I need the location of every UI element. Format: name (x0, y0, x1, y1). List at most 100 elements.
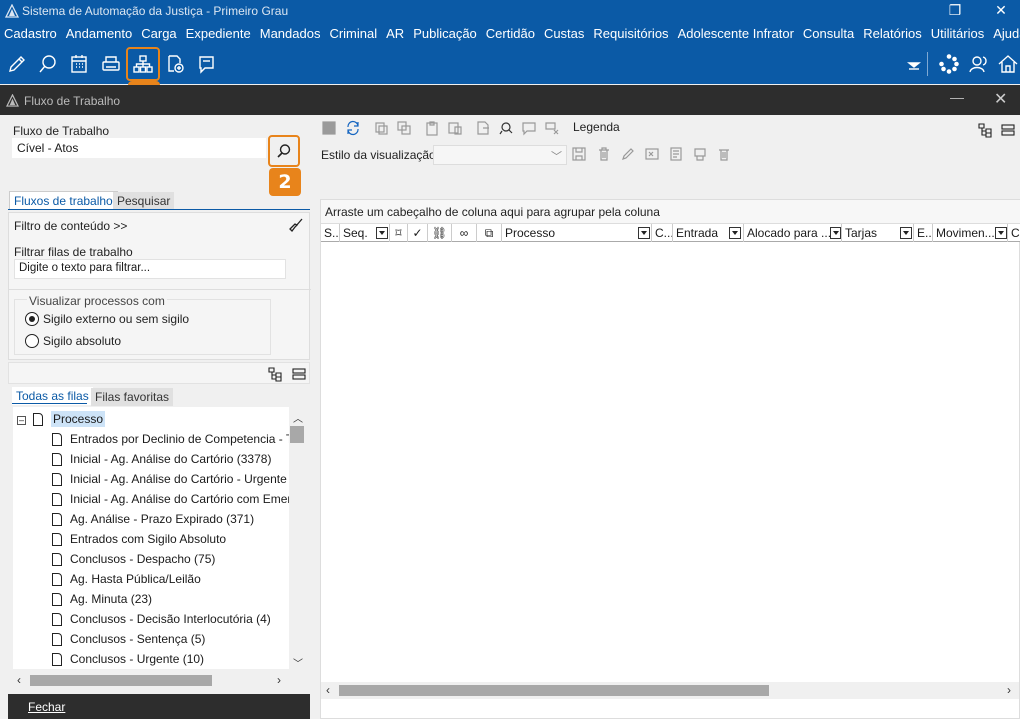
menu-item[interactable]: Criminal (329, 26, 377, 41)
tree-item[interactable]: Inicial - Ag. Análise do Cartório (3378) (52, 449, 271, 469)
trash-icon[interactable] (715, 145, 733, 163)
tree-item[interactable]: Conclusos - Urgente (10) (52, 649, 204, 669)
menu-item[interactable]: Requisitórios (593, 26, 668, 41)
tab-pesquisar[interactable]: Pesquisar (113, 192, 175, 210)
tree-root[interactable]: Processo (33, 409, 106, 429)
minimize-window-icon[interactable]: — (950, 89, 964, 105)
excel-icon[interactable] (643, 145, 661, 163)
filtrar-input[interactable]: Digite o texto para filtrar... (14, 259, 286, 279)
filtro-conteudo-link[interactable]: Filtro de conteúdo >> (14, 219, 127, 233)
tree-item[interactable]: Conclusos - Decisão Interlocutória (4) (52, 609, 271, 629)
copy-icon[interactable] (372, 119, 390, 137)
edit-style-icon[interactable] (619, 145, 637, 163)
edit-icon[interactable] (2, 49, 32, 79)
grid-scroll-left-icon[interactable]: ‹ (326, 683, 330, 697)
grid-scroll-thumb[interactable] (339, 685, 769, 696)
delete-style-icon[interactable] (595, 145, 613, 163)
col-tarjas-filter-icon[interactable] (900, 227, 912, 239)
menu-item[interactable]: Adolescente Infrator (678, 26, 794, 41)
search-workflow-button[interactable] (268, 135, 300, 167)
tree-item[interactable]: Conclusos - Despacho (75) (52, 549, 215, 569)
scroll-up-icon[interactable]: ︿ (293, 410, 303, 425)
tab-fluxos[interactable]: Fluxos de trabalho (9, 191, 118, 210)
workflow-icon[interactable] (126, 47, 160, 81)
tree-horizontal-scrollbar[interactable]: ‹ › (13, 672, 306, 689)
col-e[interactable]: E... (914, 224, 933, 242)
col-c[interactable]: C... (652, 224, 673, 242)
col-tarjas[interactable]: Tarjas (842, 224, 914, 242)
radio-sigilo-absoluto[interactable] (25, 334, 39, 348)
clipboard-icon[interactable] (423, 119, 441, 137)
folder-icon[interactable] (192, 49, 222, 79)
copy-column-icon[interactable]: ⧉ (477, 224, 502, 242)
tree-item[interactable]: Inicial - Ag. Análise do Cartório com Em… (52, 489, 291, 509)
menu-item[interactable]: Mandados (260, 26, 321, 41)
collapse-toggle-icon[interactable]: – (17, 416, 26, 425)
fluxo-field[interactable]: Cível - Atos (12, 138, 266, 158)
col-alocado[interactable]: Alocado para ... (744, 224, 842, 242)
tab-filas-favoritas[interactable]: Filas favoritas (91, 388, 174, 406)
refresh-icon[interactable] (344, 119, 362, 137)
menu-item[interactable]: Consulta (803, 26, 854, 41)
save-style-icon[interactable] (570, 145, 588, 163)
menu-item[interactable]: Ajuda (993, 26, 1020, 41)
col-seq-filter-icon[interactable] (375, 227, 388, 239)
menu-item[interactable]: AR (386, 26, 404, 41)
menu-item[interactable]: Relatórios (863, 26, 922, 41)
scroll-down-icon[interactable]: ﹀ (293, 655, 303, 669)
link-column-icon[interactable]: ∞ (452, 224, 477, 242)
fechar-button[interactable]: Fechar (28, 700, 65, 714)
comment-icon[interactable] (520, 119, 538, 137)
col-status[interactable]: S... (321, 224, 340, 242)
tree-view-icon[interactable] (977, 122, 993, 138)
col-alocado-filter-icon[interactable] (830, 227, 841, 239)
report-icon[interactable] (667, 145, 685, 163)
collapse-tree-icon[interactable] (291, 366, 307, 382)
menu-item[interactable]: Utilitários (931, 26, 984, 41)
close-window-icon[interactable]: ✕ (994, 89, 1007, 109)
col-movimento[interactable]: Movimen... (933, 224, 1008, 242)
legenda-link[interactable]: Legenda (573, 120, 620, 134)
menu-item[interactable]: Expediente (186, 26, 251, 41)
grid-horizontal-scrollbar[interactable]: ‹ › (321, 682, 1019, 699)
home-icon[interactable] (993, 49, 1020, 79)
scroll-left-icon[interactable]: ‹ (17, 673, 21, 687)
col-processo[interactable]: Processo (502, 224, 652, 242)
tree-item[interactable]: Entrados por Declinio de Competencia - T (52, 429, 293, 449)
col-entrada[interactable]: Entrada (673, 224, 744, 242)
add-document-icon[interactable] (160, 49, 190, 79)
restore-window-icon[interactable]: ❐ (932, 0, 978, 22)
grid-scroll-right-icon[interactable]: › (1007, 683, 1011, 697)
estilo-select[interactable]: ﹀ (433, 145, 567, 165)
col-movimento-filter-icon[interactable] (995, 227, 1007, 239)
tree-item[interactable]: Ag. Minuta (23) (52, 589, 152, 609)
remove-icon[interactable] (543, 119, 561, 137)
print-style-icon[interactable] (691, 145, 709, 163)
menu-item[interactable]: Publicação (413, 26, 477, 41)
menu-item[interactable]: Andamento (66, 26, 133, 41)
scroll-right-icon[interactable]: › (277, 673, 281, 687)
scroll-thumb[interactable] (290, 426, 304, 443)
dropdown-icon[interactable] (899, 49, 929, 79)
col-last[interactable]: C (1008, 224, 1020, 242)
menu-item[interactable]: Certidão (486, 26, 535, 41)
bookmark-column-icon[interactable]: ⌑ (390, 224, 408, 242)
menu-item[interactable]: Custas (544, 26, 584, 41)
tree-item[interactable]: Ag. Hasta Pública/Leilão (52, 569, 201, 589)
list-view-icon[interactable] (1000, 122, 1016, 138)
search-docs-icon[interactable] (33, 49, 63, 79)
brush-icon[interactable] (288, 217, 304, 233)
tree-item[interactable]: Ag. Análise - Prazo Expirado (371) (52, 509, 254, 529)
h-scroll-thumb[interactable] (30, 675, 212, 686)
printer-icon[interactable] (96, 49, 126, 79)
tree-item[interactable]: Entrados com Sigilo Absoluto (52, 529, 226, 549)
duplicate-icon[interactable] (395, 119, 413, 137)
group-by-area[interactable]: Arraste um cabeçalho de coluna aqui para… (321, 200, 1020, 224)
close-app-icon[interactable]: ✕ (978, 0, 1020, 22)
calendar-icon[interactable] (64, 49, 94, 79)
find-document-icon[interactable] (497, 119, 515, 137)
tree-item[interactable]: Conclusos - Sentença (5) (52, 629, 205, 649)
col-seq[interactable]: Seq. (340, 224, 390, 242)
users-icon[interactable] (964, 49, 994, 79)
check-column-icon[interactable]: ✓ (408, 224, 428, 242)
